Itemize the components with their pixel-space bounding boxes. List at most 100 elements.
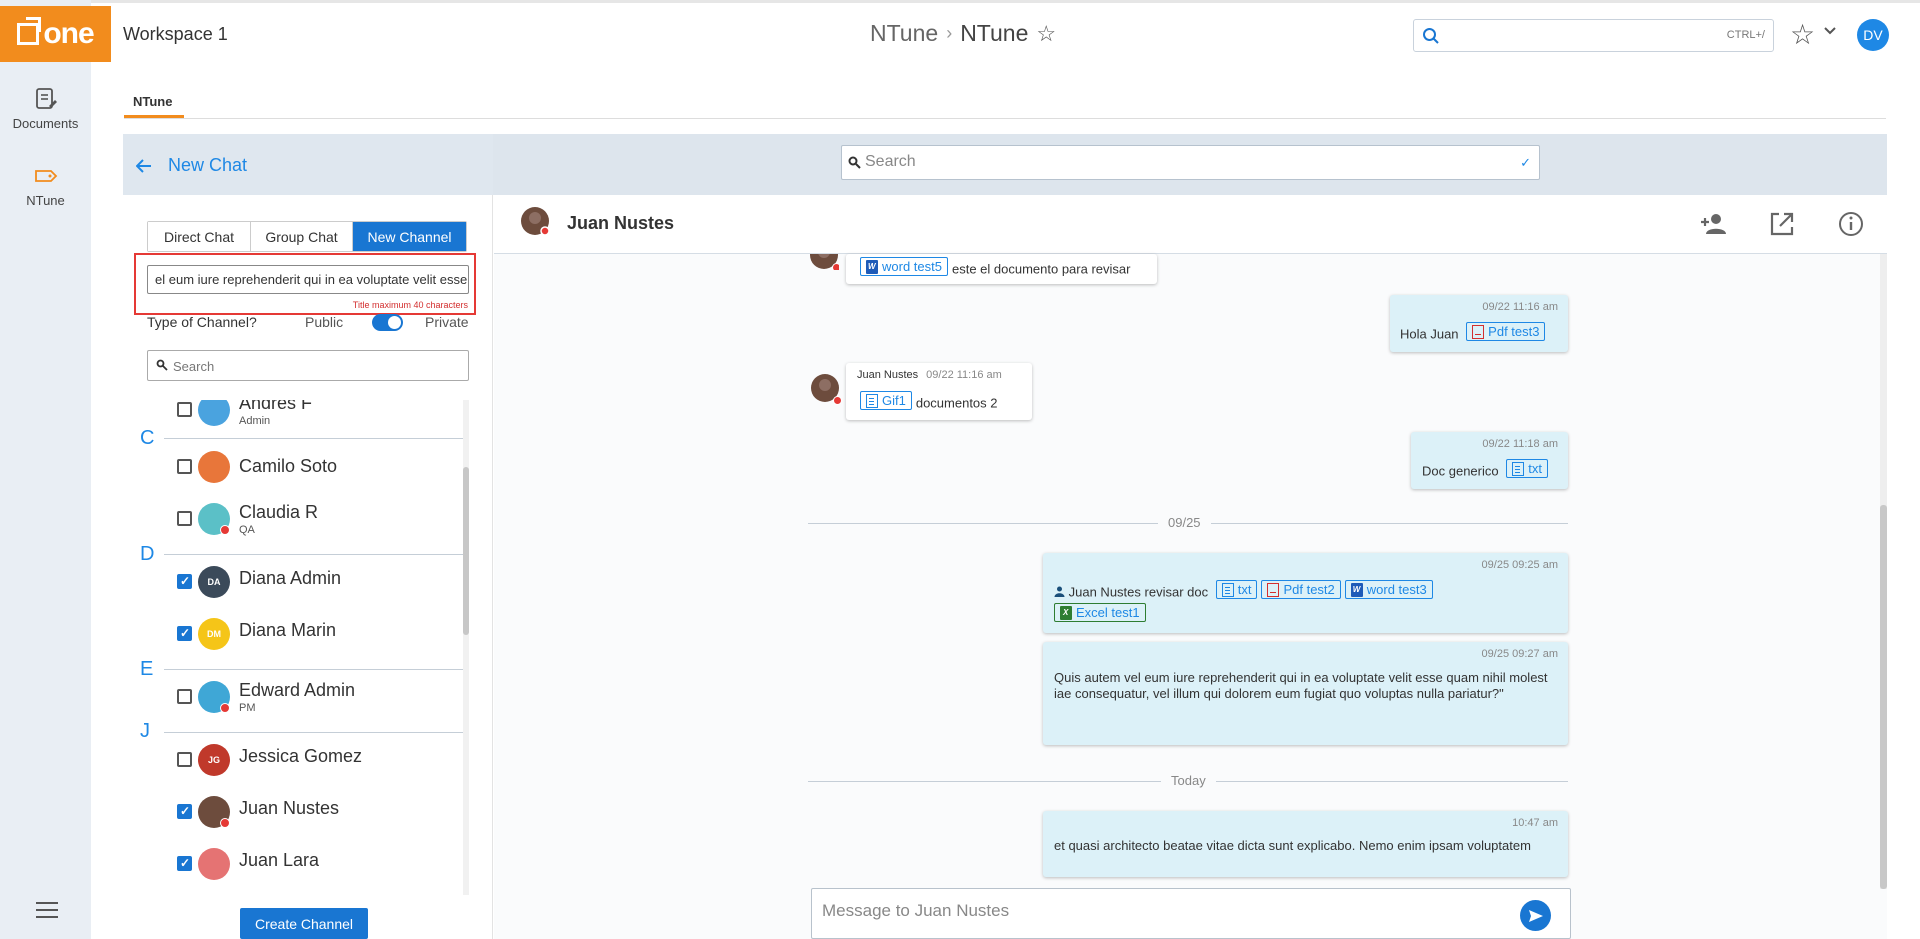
info-icon[interactable] (1835, 208, 1867, 240)
mention-name[interactable]: Juan Nustes (1069, 585, 1141, 600)
private-label: Private (425, 314, 469, 330)
contact-checkbox[interactable] (177, 574, 192, 589)
attachment-chip[interactable]: word test5 (860, 257, 948, 276)
offline-status-icon (220, 703, 230, 713)
global-search-input[interactable]: CTRL+/ (1413, 19, 1774, 52)
attachment-name: Gif1 (882, 393, 906, 408)
contact-checkbox[interactable] (177, 511, 192, 526)
contact-checkbox[interactable] (177, 459, 192, 474)
message-text: este el documento para revisar (951, 261, 1131, 277)
hamburger-menu-icon[interactable] (36, 902, 58, 923)
file-icon (866, 393, 878, 408)
attachment-chip[interactable]: Pdf test3 (1466, 322, 1546, 341)
contact-name: Camilo Soto (239, 456, 338, 476)
attachment-chip[interactable]: txt (1215, 580, 1258, 599)
message-text: revisar doc (1144, 584, 1209, 600)
logo-text: one (43, 17, 94, 50)
message-text: Doc generico (1422, 463, 1499, 479)
contact-item[interactable]: Andres F Admin (177, 400, 457, 430)
attachment-name: Excel test1 (1076, 605, 1140, 620)
send-icon (1528, 909, 1543, 922)
message-text: Hola Juan (1400, 326, 1459, 342)
send-button[interactable] (1520, 900, 1551, 931)
search-placeholder: Search (865, 153, 916, 170)
chat-search-input[interactable]: Search ✓ (841, 145, 1540, 180)
contact-checkbox[interactable] (177, 752, 192, 767)
group-letter: C (140, 427, 155, 449)
contact-checkbox[interactable] (177, 856, 192, 871)
group-divider (164, 438, 464, 439)
avatar (198, 848, 230, 880)
attachment-chip[interactable]: Gif1 (860, 391, 912, 410)
contact-list: Andres F Admin C Camilo Soto Claudia R Q… (134, 400, 466, 895)
create-channel-button[interactable]: Create Channel (240, 908, 368, 939)
message-list-scroll-thumb[interactable] (1880, 505, 1887, 889)
rail-item-documents[interactable]: Documents (0, 86, 91, 131)
chevron-down-icon[interactable] (1823, 26, 1837, 36)
contact-checkbox[interactable] (177, 689, 192, 704)
search-icon (1423, 28, 1439, 44)
contact-item[interactable]: Camilo Soto (177, 447, 457, 487)
back-to-new-chat[interactable]: New Chat (136, 155, 247, 176)
channel-privacy-toggle[interactable] (372, 314, 403, 331)
pdf-file-icon (1267, 582, 1280, 597)
message-time: 09/22 11:18 am (1482, 438, 1558, 450)
contact-name: Jessica Gomez (239, 746, 363, 766)
message-input[interactable]: Message to Juan Nustes (811, 888, 1571, 939)
contact-item[interactable]: DA Diana Admin (177, 562, 457, 602)
contact-checkbox[interactable] (177, 804, 192, 819)
rail-item-ntune[interactable]: NTune (0, 163, 91, 208)
group-letter: D (140, 543, 155, 565)
contact-item[interactable]: Claudia R QA (177, 499, 457, 539)
attachment-chip[interactable]: Pdf test2 (1261, 580, 1341, 599)
group-divider (164, 669, 464, 670)
contact-item[interactable]: JG Jessica Gomez (177, 740, 457, 780)
tab-ntune[interactable]: NTune (133, 94, 172, 109)
message-bubble: 09/22 11:18 am Doc generico txt (1411, 432, 1568, 489)
attachment-name: txt (1528, 461, 1542, 476)
add-user-icon[interactable] (1698, 208, 1730, 240)
tab-group-chat[interactable]: Group Chat (251, 222, 353, 251)
contact-name: Diana Marin (239, 620, 337, 640)
avatar[interactable] (520, 206, 550, 236)
contact-checkbox[interactable] (177, 402, 192, 417)
app-logo[interactable]: one (0, 6, 111, 62)
contact-item[interactable]: Juan Lara (177, 844, 457, 884)
message-text: et quasi architecto beatae vitae dicta s… (1054, 838, 1531, 853)
attachment-chip[interactable]: txt (1506, 459, 1548, 478)
contact-item[interactable]: Juan Nustes (177, 792, 457, 832)
group-letter: E (140, 658, 154, 680)
attachment-chip[interactable]: word test3 (1344, 580, 1433, 599)
contact-item[interactable]: DM Diana Marin (177, 614, 457, 654)
documents-icon (35, 88, 57, 109)
tag-icon (34, 170, 57, 182)
contact-item[interactable]: Edward Admin PM (177, 677, 457, 717)
favorite-star-icon[interactable]: ☆ (1036, 21, 1056, 47)
channel-title-input[interactable]: el eum iure reprehenderit qui in ea volu… (147, 265, 469, 294)
breadcrumb-parent[interactable]: NTune (870, 20, 938, 47)
contact-checkbox[interactable] (177, 626, 192, 641)
contact-role: Admin (239, 415, 271, 427)
search-icon (848, 156, 861, 169)
favorites-star-icon[interactable]: ☆ (1790, 18, 1815, 51)
contact-name: Edward Admin (239, 680, 356, 700)
excel-file-icon (1060, 605, 1072, 620)
group-divider (164, 554, 464, 555)
message-bubble: 09/25 09:27 am Quis autem vel eum iure r… (1043, 642, 1568, 745)
tab-new-channel[interactable]: New Channel (353, 222, 466, 251)
rail-item-label: NTune (26, 193, 65, 208)
open-external-icon[interactable] (1766, 208, 1798, 240)
message-bubble: Juan Nustes 09/22 11:16 am Gif1 documentos… (846, 363, 1032, 420)
contact-name: Juan Nustes (239, 798, 340, 818)
message-time: 10:47 am (1512, 817, 1558, 829)
user-avatar[interactable]: DV (1857, 19, 1889, 51)
message-sender: Juan Nustes 09/22 11:16 am (857, 369, 1002, 381)
breadcrumb: NTune › NTune ☆ (870, 20, 1056, 47)
user-mention-icon (1054, 586, 1065, 597)
contact-list-scroll-thumb[interactable] (463, 467, 469, 635)
avatar (810, 373, 842, 405)
attachment-chip[interactable]: Excel test1 (1054, 603, 1146, 622)
offline-status-icon (220, 818, 230, 828)
contact-search-input[interactable]: Search (147, 350, 469, 381)
tab-direct-chat[interactable]: Direct Chat (148, 222, 251, 251)
